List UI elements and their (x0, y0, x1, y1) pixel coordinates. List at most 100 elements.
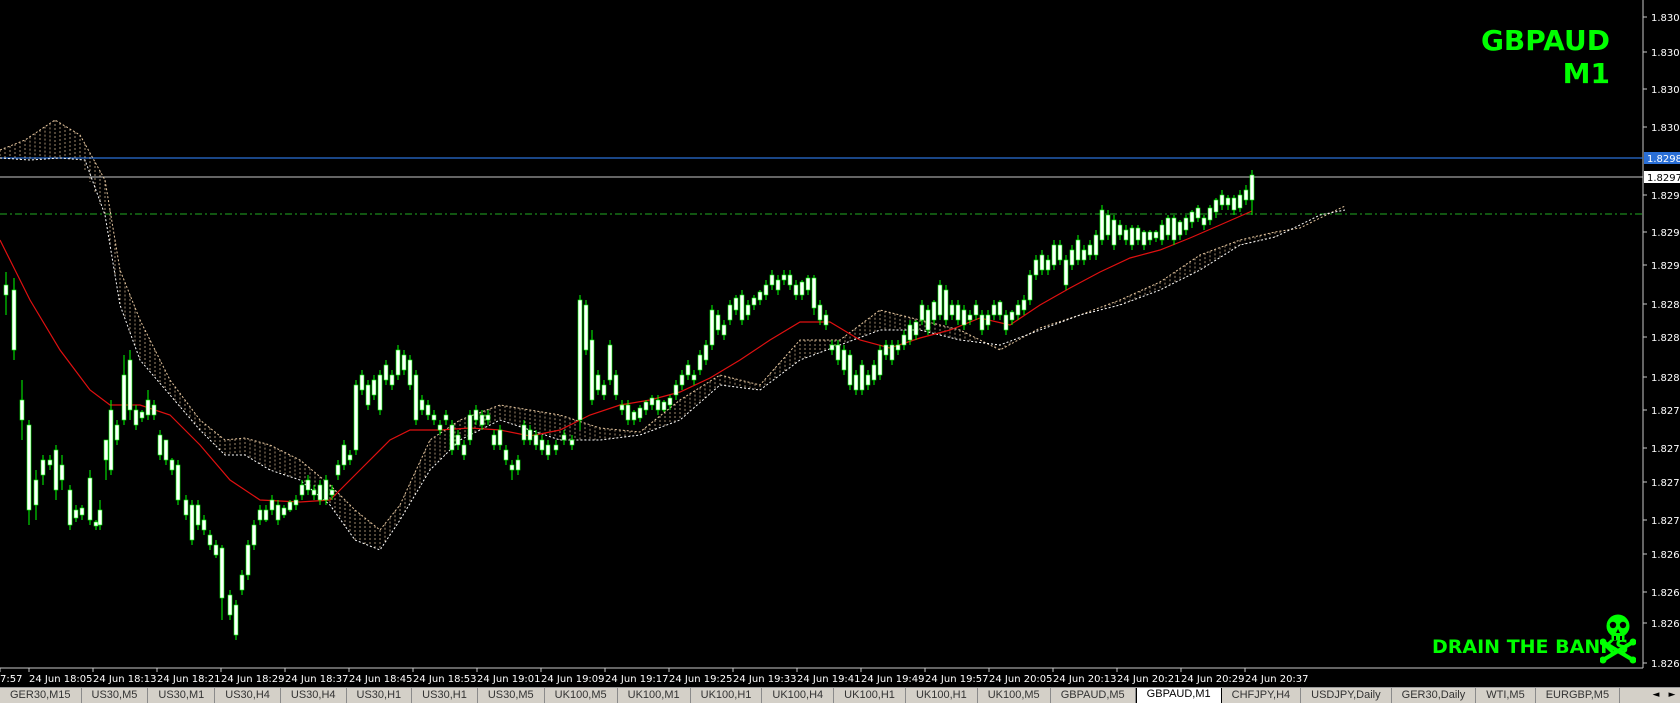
chart-tab[interactable]: US30,M5 (82, 688, 149, 703)
candle-body (835, 344, 841, 361)
candle-body (103, 439, 109, 461)
time-tick-label: 24 Jun 19:17 (605, 674, 669, 685)
candle-body (841, 349, 847, 371)
chart-tab[interactable]: US30,H4 (281, 688, 347, 703)
candle-body (805, 277, 811, 291)
chart-tab[interactable]: US30,M5 (478, 688, 545, 703)
candle-body (919, 304, 925, 321)
time-tick-label: 24 Jun 18:13 (93, 674, 157, 685)
candle-body (679, 374, 685, 386)
chart-tab[interactable]: UK100,M5 (545, 688, 618, 703)
candle-body (175, 464, 181, 501)
candle-body (925, 309, 931, 331)
chart-tab[interactable]: UK100,H1 (691, 688, 763, 703)
candle-body (649, 397, 655, 406)
time-tick-label: 24 Jun 19:41 (797, 674, 861, 685)
price-tick-label: 1.82820 (1651, 373, 1680, 384)
tab-list: GER30,M15 US30,M5 US30,M1 US30,H4 US30,H4 US3… (0, 688, 1621, 703)
chart-tab[interactable]: UK100,H1 (906, 688, 978, 703)
candle-body (347, 454, 353, 461)
candle-body (619, 404, 625, 411)
candle-body (1105, 214, 1111, 236)
tab-scroll-left-icon[interactable]: ◄ (1648, 688, 1664, 703)
candle-body (183, 499, 189, 516)
candle-body (1153, 231, 1159, 239)
chart-tab[interactable]: US30,M1 (148, 688, 216, 703)
chart-tab[interactable]: UK100,M1 (618, 688, 691, 703)
candle-body (715, 314, 721, 331)
candle-body (1033, 259, 1039, 276)
candle-body (1009, 311, 1015, 321)
candle-body (709, 309, 715, 346)
candle-body (793, 284, 799, 296)
candle-body (383, 364, 389, 381)
candle-body (871, 364, 877, 381)
chart-tab[interactable]: GER30,M15 (0, 688, 82, 703)
candle-body (419, 399, 425, 411)
time-tick-label: 24 Jun 18:29 (221, 674, 285, 685)
candle-body (703, 344, 709, 361)
symbol-title: GBPAUD M1 (1480, 24, 1610, 90)
price-chart[interactable]: 1.83095 1.83065 1.83040 1.83010 1.82960 1.829… (0, 0, 1680, 702)
chart-tab[interactable]: GBPAUD,M5 (1051, 688, 1136, 703)
candle-body (389, 374, 395, 386)
candle-body (1021, 299, 1027, 311)
candle-body (251, 524, 257, 546)
candle-body (1129, 227, 1135, 246)
tab-scroll-right-icon[interactable]: ► (1664, 688, 1680, 703)
candle-body (757, 291, 763, 301)
candle-body (207, 534, 213, 546)
candle-body (1015, 304, 1021, 316)
candle-body (1177, 221, 1183, 236)
candle-body (955, 304, 961, 321)
candle-body (877, 349, 883, 376)
candle-body (47, 459, 53, 466)
candle-body (685, 364, 691, 376)
chart-tab[interactable]: CHFJPY,H4 (1222, 688, 1302, 703)
candle-body (1207, 207, 1213, 221)
chart-tab[interactable]: WTI,M5 (1476, 688, 1536, 703)
candle-body (589, 339, 595, 401)
candle-body (87, 477, 93, 521)
chart-tab[interactable]: GBPAUD,M1 (1135, 688, 1222, 703)
chart-tab[interactable]: US30,H1 (347, 688, 413, 703)
candle-body (655, 399, 661, 411)
candle-body (127, 359, 133, 411)
candle-body (449, 424, 455, 451)
candle-body (213, 544, 219, 556)
candle-body (1231, 197, 1237, 211)
candle-body (114, 424, 120, 441)
chart-tab[interactable]: US30,H1 (412, 688, 478, 703)
candle-body (1213, 199, 1219, 213)
chart-tab[interactable]: USDJPY,Daily (1301, 688, 1392, 703)
candle-body (781, 274, 787, 281)
candle-body (269, 499, 275, 511)
candle-body (1057, 244, 1063, 261)
candle-body (1195, 207, 1201, 219)
candle-body (661, 401, 667, 411)
candle-body (479, 414, 485, 426)
price-tick-label: 1.82605 (1651, 659, 1680, 670)
chart-tab[interactable]: UK100,H1 (834, 688, 906, 703)
candle-body (539, 439, 545, 451)
chart-tab[interactable]: UK100,M5 (978, 688, 1051, 703)
candle-body (1075, 239, 1081, 261)
candle-body (437, 424, 443, 431)
candle-body (545, 444, 551, 456)
candle-body (1237, 194, 1243, 209)
chart-window[interactable]: 1.83095 1.83065 1.83040 1.83010 1.82960 1.829… (0, 0, 1680, 703)
chart-tab[interactable]: EURGBP,M5 (1536, 688, 1621, 703)
candle-body (413, 374, 419, 421)
candle-body (569, 439, 575, 446)
candle-body (395, 349, 401, 376)
candle-body (907, 324, 913, 341)
chart-tab[interactable]: GER30,Daily (1392, 688, 1477, 703)
candle-body (1225, 197, 1231, 206)
chart-tab[interactable]: US30,H4 (215, 688, 281, 703)
chart-tab[interactable]: UK100,H4 (762, 688, 835, 703)
price-tick-label: 1.82930 (1651, 228, 1680, 239)
candle-body (583, 304, 589, 351)
candle-body (305, 479, 311, 491)
candle-body (461, 444, 467, 456)
candle-body (667, 397, 673, 406)
